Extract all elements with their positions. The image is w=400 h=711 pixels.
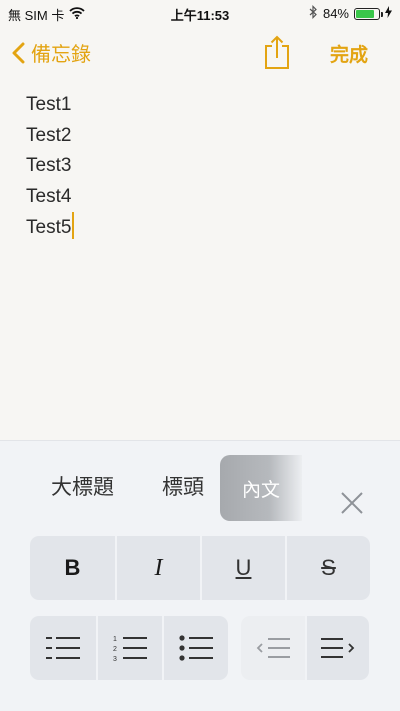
note-line-last[interactable]: Test5 bbox=[26, 212, 75, 244]
share-icon bbox=[265, 35, 289, 69]
svg-text:1: 1 bbox=[113, 636, 117, 643]
bulleted-list-icon bbox=[179, 635, 213, 661]
numbered-list-button[interactable]: 1 2 3 bbox=[96, 616, 162, 680]
nav-bar: 備忘錄 完成 bbox=[0, 26, 400, 78]
back-button[interactable]: 備忘錄 bbox=[12, 38, 91, 67]
note-body[interactable]: Test1 Test2 Test3 Test4 Test5 bbox=[26, 90, 75, 244]
bold-label: B bbox=[64, 555, 81, 580]
back-button-label: 備忘錄 bbox=[31, 44, 91, 66]
strikethrough-label: S bbox=[321, 555, 336, 580]
italic-label: I bbox=[154, 554, 163, 581]
bold-button[interactable]: B bbox=[30, 536, 115, 600]
close-format-button[interactable] bbox=[340, 491, 364, 520]
battery-level bbox=[356, 9, 375, 18]
numbered-list-icon: 1 2 3 bbox=[113, 636, 147, 662]
dashed-list-icon bbox=[46, 637, 80, 659]
note-line[interactable]: Test4 bbox=[26, 182, 74, 213]
svg-text:3: 3 bbox=[113, 656, 117, 662]
indent-icon bbox=[321, 638, 355, 658]
note-line[interactable]: Test3 bbox=[26, 151, 74, 182]
dashed-list-button[interactable] bbox=[30, 616, 96, 680]
status-right: 84% bbox=[309, 5, 392, 22]
bulleted-list-button[interactable] bbox=[162, 616, 228, 680]
text-cursor bbox=[72, 212, 75, 239]
charging-icon bbox=[385, 6, 392, 21]
style-title[interactable]: 大標題 bbox=[51, 471, 114, 501]
style-heading[interactable]: 標頭 bbox=[162, 471, 204, 501]
underline-label: U bbox=[235, 555, 252, 580]
done-button[interactable]: 完成 bbox=[330, 40, 368, 67]
note-line-text[interactable]: Test5 bbox=[26, 217, 71, 238]
battery-percent: 84% bbox=[322, 6, 349, 21]
status-bar: 無 SIM 卡 上午11:53 84% bbox=[0, 0, 400, 26]
note-line[interactable]: Test2 bbox=[26, 121, 74, 152]
paragraph-style-picker: 大標題 標頭 內文 bbox=[0, 455, 400, 521]
battery-icon bbox=[354, 7, 383, 20]
strikethrough-button[interactable]: S bbox=[285, 536, 370, 600]
list-style-row: 1 2 3 bbox=[30, 616, 228, 680]
share-button[interactable] bbox=[262, 34, 292, 75]
outdent-icon bbox=[256, 638, 290, 658]
italic-button[interactable]: I bbox=[115, 536, 200, 600]
outdent-button[interactable] bbox=[241, 616, 305, 680]
note-line[interactable]: Test1 bbox=[26, 90, 74, 121]
text-style-row: B I U S bbox=[30, 536, 370, 600]
bluetooth-icon bbox=[309, 5, 318, 22]
chevron-left-icon bbox=[12, 42, 25, 63]
close-icon bbox=[341, 492, 363, 514]
svg-text:2: 2 bbox=[113, 646, 117, 653]
underline-button[interactable]: U bbox=[200, 536, 285, 600]
indent-button[interactable] bbox=[305, 616, 369, 680]
style-body-selected[interactable]: 內文 bbox=[220, 455, 302, 521]
indent-row bbox=[241, 616, 369, 680]
format-panel: 大標題 標頭 內文 B I U S 1 2 3 bbox=[0, 440, 400, 711]
